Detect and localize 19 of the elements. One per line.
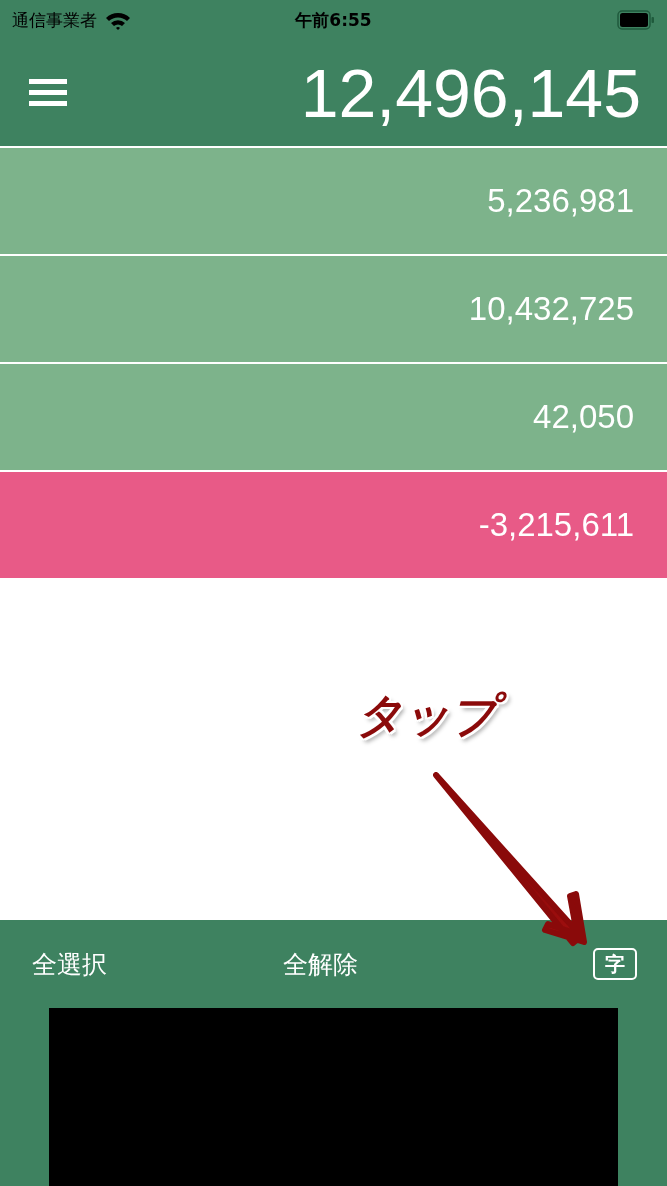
amount-value: 10,432,725 [468,290,634,328]
amount-row[interactable]: -3,215,611 [0,472,667,578]
amount-row[interactable]: 10,432,725 [0,256,667,362]
battery-icon [617,10,655,30]
amount-value: -3,215,611 [478,506,634,544]
deselect-all-button[interactable]: 全解除 [282,947,358,981]
wifi-icon [105,10,131,30]
total-amount: 12,496,145 [300,54,641,132]
select-all-button[interactable]: 全選択 [32,947,107,981]
amount-value: 5,236,981 [487,182,634,220]
amount-row[interactable]: 42,050 [0,364,667,470]
amount-row[interactable]: 5,236,981 [0,148,667,254]
annotation-label: タップ [350,682,507,754]
carrier-name: 通信事業者 [12,8,97,32]
clock-time: 午前6:55 [295,8,372,32]
menu-button[interactable] [29,79,67,107]
menu-icon [29,79,67,107]
text-button[interactable]: 字 [593,948,637,980]
amount-value: 42,050 [533,398,634,436]
